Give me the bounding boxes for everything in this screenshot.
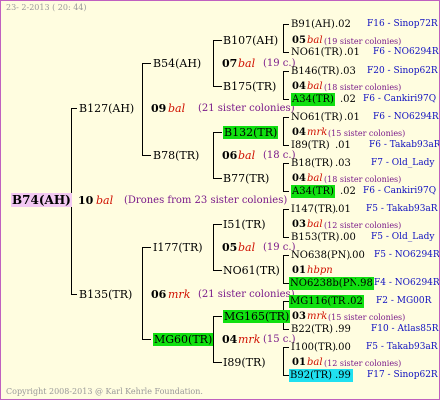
gen3-tag: mrk (307, 311, 328, 322)
gen1-queen-id[interactable]: B127(AH) (79, 102, 134, 115)
gen4-value: .03 (340, 66, 356, 77)
gen4-queen-id[interactable]: NO638(PN) (291, 249, 350, 262)
gen1-note: (21 sister colonies) (198, 289, 295, 300)
gen3-queen-id[interactable]: B77(TR) (223, 172, 269, 185)
gen3-tag: bal (307, 173, 323, 184)
gen3-tag: bal (307, 357, 323, 368)
gen1-tag: mrk (168, 288, 191, 301)
gen4-value: .02 (346, 295, 364, 308)
gen3-tag: bal (307, 219, 323, 230)
gen2-num: 06 (222, 149, 238, 162)
gen4-line: F5 - NO6294R (374, 250, 440, 260)
gen1-queen-id[interactable]: B135(TR) (79, 288, 132, 301)
gen4-value: .02 (340, 94, 356, 105)
gen4-queen-id[interactable]: B153(TR) (291, 231, 339, 244)
gen4-line: F20 - Sinop62R (367, 66, 438, 76)
copyright-notice: Copyright 2008-2013 @ Karl Kehrle Founda… (6, 387, 203, 396)
gen4-queen-id[interactable]: MG116(TR) (289, 295, 351, 308)
date-stamp: 23- 2-2013 ( 20: 44) (6, 3, 87, 12)
gen4-queen-id[interactable]: I100(TR) (291, 341, 336, 354)
pedigree-frame: 23- 2-2013 ( 20: 44) B74(AH) 10 bal (Dro… (0, 0, 440, 400)
gen4-line: F6 - NO6294R (373, 47, 439, 57)
gen4-value: .02 (340, 186, 356, 197)
gen4-queen-id[interactable]: B146(TR) (291, 65, 339, 78)
gen4-value: .02 (335, 19, 351, 30)
gen3-num: 03 (292, 219, 306, 230)
root-queen-id[interactable]: B74(AH) (11, 193, 72, 207)
gen2-tag: bal (238, 241, 256, 254)
gen4-value: .00 (335, 342, 351, 353)
gen3-queen-id[interactable]: I51(TR) (223, 218, 266, 231)
gen1-tag: bal (168, 102, 186, 115)
gen4-queen-id[interactable]: I147(TR) (291, 203, 336, 216)
gen1-num: 09 (151, 102, 167, 115)
gen4-queen-id[interactable]: B92(TR) (289, 369, 334, 382)
gen3-queen-id[interactable]: I89(TR) (223, 356, 266, 369)
gen4-value: .01 (344, 112, 360, 123)
gen1-num: 06 (151, 288, 167, 301)
gen2-queen-id[interactable]: B78(TR) (153, 149, 199, 162)
gen3-queen-id[interactable]: MG165(TR) (223, 310, 291, 323)
gen4-line: F17 - Sinop62R (367, 370, 438, 380)
gen4-queen-id[interactable]: NO6238b(PN) (289, 277, 364, 290)
gen2-queen-id[interactable]: MG60(TR) (153, 333, 214, 346)
gen3-tag: hbpn (307, 265, 333, 276)
gen4-queen-id[interactable]: B22(TR) (291, 323, 333, 336)
gen4-value: .99 (335, 324, 351, 335)
gen2-tag: bal (238, 149, 256, 162)
gen4-queen-id[interactable]: B18(TR) (291, 157, 333, 170)
gen4-queen-id[interactable]: B91(AH) (291, 18, 335, 31)
gen3-tag: mrk (307, 127, 328, 138)
gen4-value: .00 (340, 232, 356, 243)
gen4-queen-id[interactable]: A34(TR) (291, 185, 335, 198)
gen4-value: .01 (335, 204, 351, 215)
gen4-line: F6 - Cankiri97Q (363, 94, 437, 104)
gen3-num: 04 (292, 127, 306, 138)
gen2-queen-id[interactable]: I177(TR) (153, 241, 203, 254)
gen4-line: F6 - NO6294R (373, 112, 439, 122)
gen4-line: F6 - Cankiri97Q (363, 186, 437, 196)
gen4-queen-id[interactable]: NO61(TR) (291, 111, 343, 124)
gen3-num: 01 (292, 357, 306, 368)
gen3-queen-id[interactable]: B132(TR) (223, 126, 279, 139)
root-num: 10 (78, 194, 94, 207)
root-tag: bal (96, 194, 114, 207)
gen4-line: F4 - NO6294R (374, 278, 440, 288)
gen2-tag: mrk (238, 333, 261, 346)
gen3-num: 04 (292, 173, 306, 184)
gen4-line: F2 - MG00R (376, 296, 432, 306)
gen4-value: .01 (335, 140, 351, 151)
gen3-queen-id[interactable]: B175(TR) (223, 80, 276, 93)
gen4-line: F5 - Old_Lady (371, 232, 435, 242)
gen4-value: .98 (356, 277, 374, 290)
gen4-value: .03 (335, 158, 351, 169)
root-note: (Drones from 23 sister colonies) (124, 195, 288, 206)
gen4-line: F7 - Old_Lady (371, 158, 435, 168)
gen4-line: F6 - Takab93aR (369, 140, 440, 150)
gen4-value: .99 (333, 369, 353, 382)
gen3-queen-id[interactable]: B107(AH) (223, 34, 278, 47)
gen4-value: .00 (349, 250, 365, 261)
gen3-num: 03 (292, 311, 306, 322)
gen4-line: F10 - Atlas85R (371, 324, 439, 334)
gen2-num: 04 (222, 333, 238, 346)
gen4-queen-id[interactable]: NO61(TR) (291, 46, 343, 59)
gen1-note: (21 sister colonies) (198, 103, 295, 114)
gen4-value: .01 (344, 47, 360, 58)
gen2-tag: bal (238, 57, 256, 70)
gen2-queen-id[interactable]: B54(AH) (153, 57, 201, 70)
gen4-line: F5 - Takab93aR (366, 342, 438, 352)
gen4-queen-id[interactable]: I89(TR) (291, 139, 330, 152)
gen4-line: F5 - Takab93aR (366, 204, 438, 214)
gen3-queen-id[interactable]: NO61(TR) (223, 264, 280, 277)
gen2-num: 05 (222, 241, 238, 254)
gen2-num: 07 (222, 57, 238, 70)
gen3-num: 04 (292, 81, 306, 92)
gen3-num: 01 (292, 265, 306, 276)
gen3-tag: bal (307, 81, 323, 92)
gen4-line: F16 - Sinop72R (367, 19, 438, 29)
gen4-queen-id[interactable]: A34(TR) (291, 93, 335, 106)
